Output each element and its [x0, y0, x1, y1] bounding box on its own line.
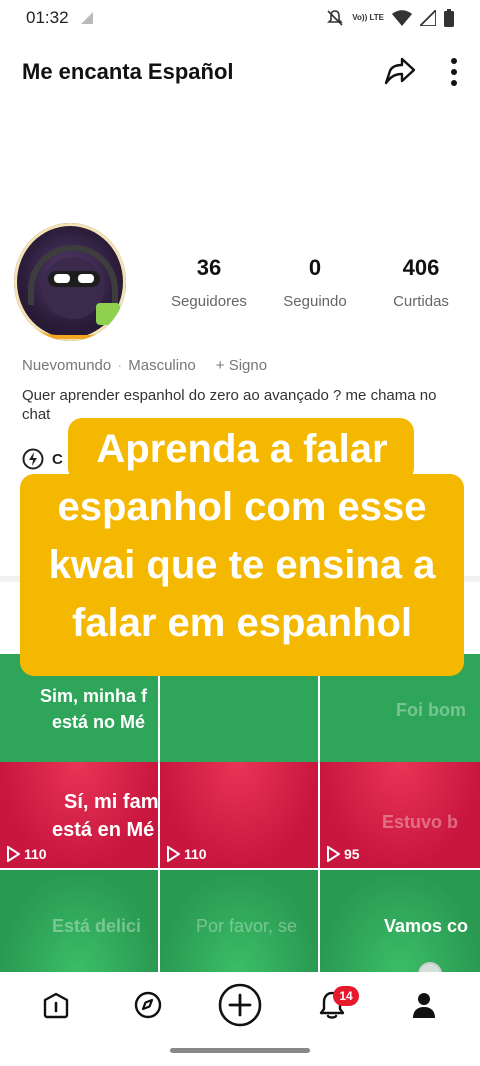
mute-icon [327, 10, 344, 26]
stat-label: Curtidas [393, 292, 449, 310]
video-thumbnail[interactable]: Por favor, se [160, 870, 320, 972]
stat-likes[interactable]: 406 Curtidas [368, 255, 474, 310]
page-title: Me encanta Español [22, 59, 234, 84]
overlay-line: falar em espanhol [71, 601, 413, 645]
view-count-value: 110 [24, 846, 47, 862]
tag-sign[interactable]: + Signo [216, 357, 267, 374]
profile-stats: 36 Seguidores 0 Seguindo 406 Curtidas [156, 255, 474, 310]
stat-label: Seguindo [283, 292, 347, 310]
bottom-navigation: 14 [0, 972, 480, 1038]
volte-icon: Vo)) LTE [352, 13, 384, 22]
avatar[interactable] [14, 223, 126, 341]
nav-profile[interactable] [399, 980, 449, 1030]
stat-value: 36 [196, 254, 222, 280]
overlay-text: Aprenda a falar espanhol com esse kwai q… [20, 420, 464, 652]
nav-home[interactable] [31, 980, 81, 1030]
stat-followers[interactable]: 36 Seguidores [156, 255, 262, 310]
more-options-icon[interactable] [450, 57, 458, 87]
profile-summary: 36 Seguidores 0 Seguindo 406 Curtidas [14, 222, 474, 342]
video-caption: está no Mé [52, 712, 146, 732]
profile-header: Me encanta Español [0, 46, 480, 98]
cell-signal-icon [420, 10, 436, 26]
video-caption: Por favor, se [196, 916, 298, 936]
stat-label: Seguidores [171, 292, 247, 310]
home-icon [43, 992, 69, 1019]
home-indicator[interactable] [170, 1048, 310, 1053]
nav-notifications[interactable]: 14 [307, 980, 359, 1030]
video-caption: Vamos co [384, 916, 469, 936]
video-caption: está en Mé [52, 819, 155, 841]
overlay-line: kwai que te ensina a [48, 543, 436, 587]
status-bar: 01:32 Vo)) LTE [0, 0, 480, 36]
video-thumbnail[interactable]: Foi bom Estuvo b 95 [320, 654, 480, 868]
discover-icon [134, 991, 162, 1019]
wifi-icon [392, 10, 412, 26]
video-caption: Está delici [52, 916, 142, 936]
tag-separator: · [117, 357, 123, 374]
view-count-value: 110 [184, 846, 207, 862]
video-caption: Sim, minha f [40, 686, 148, 706]
profile-tags: Nuevomundo · Masculino + Signo [22, 357, 267, 374]
create-icon [218, 983, 262, 1027]
play-icon [167, 846, 180, 862]
video-grid: Sim, minha f está no Mé Sí, mi fam está … [0, 654, 480, 972]
view-count: 110 [166, 846, 207, 862]
overlay-line: espanhol com esse [57, 485, 427, 529]
video-thumbnail[interactable]: Sim, minha f está no Mé Sí, mi fam está … [0, 654, 160, 868]
signal-weak-icon [80, 12, 93, 24]
view-count-value: 95 [344, 846, 360, 862]
battery-icon [444, 9, 454, 27]
status-time: 01:32 [26, 8, 69, 27]
video-caption: Foi bom [396, 700, 466, 720]
tag-location: Nuevomundo [22, 357, 112, 374]
stat-value: 0 [308, 254, 322, 280]
notification-badge: 14 [333, 986, 359, 1006]
play-icon [7, 846, 20, 862]
nav-create[interactable] [215, 980, 265, 1030]
stat-value: 406 [402, 254, 440, 280]
overlay-line: Aprenda a falar [96, 427, 388, 471]
nav-discover[interactable] [123, 980, 173, 1030]
video-caption: Estuvo b [382, 812, 459, 832]
view-count: 95 [326, 846, 360, 862]
video-caption: Sí, mi fam [64, 791, 159, 813]
share-icon[interactable] [382, 57, 416, 87]
video-thumbnail[interactable]: 110 [160, 654, 320, 868]
stat-following[interactable]: 0 Seguindo [262, 255, 368, 310]
profile-icon [413, 993, 435, 1018]
view-count: 110 [6, 846, 47, 862]
video-thumbnail[interactable]: Está delici [0, 870, 160, 972]
play-icon [327, 846, 340, 862]
video-thumbnail[interactable]: Vamos co [320, 870, 480, 972]
tag-gender: Masculino [128, 357, 196, 374]
